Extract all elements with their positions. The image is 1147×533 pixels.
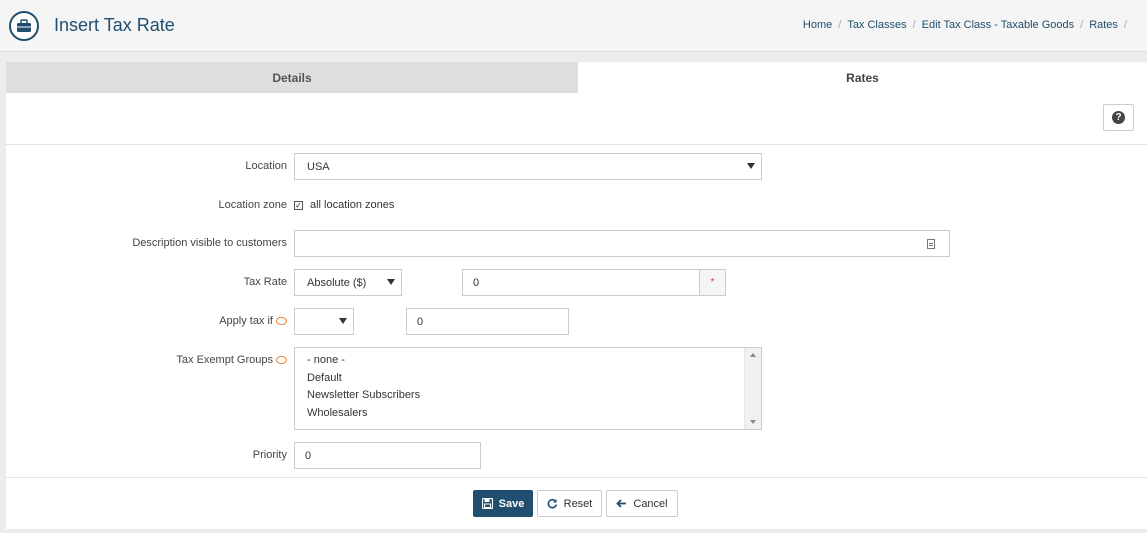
all-location-zones-label: all location zones <box>310 199 395 211</box>
apply-tax-if-condition-select[interactable] <box>294 308 354 335</box>
tax-exempt-groups-text: Tax Exempt Groups <box>176 354 273 366</box>
help-button[interactable]: ? <box>1103 104 1134 131</box>
document-icon[interactable] <box>927 239 935 249</box>
required-mark: * <box>710 277 715 288</box>
cancel-button-label: Cancel <box>633 497 668 510</box>
tax-rate-type-value: Absolute ($) <box>307 276 367 289</box>
breadcrumb-separator: / <box>1123 19 1127 31</box>
floppy-disk-icon <box>481 498 493 509</box>
location-select[interactable]: USA <box>294 153 762 180</box>
priority-value: 0 <box>305 449 312 462</box>
reset-button-label: Reset <box>563 497 593 510</box>
breadcrumb-separator: / <box>1080 19 1084 31</box>
required-indicator: * <box>699 269 726 296</box>
location-label: Location <box>245 160 287 172</box>
arrow-left-icon <box>616 499 627 508</box>
question-icon: ? <box>1112 111 1125 124</box>
scroll-up-icon[interactable] <box>750 353 756 357</box>
main-panel: Details Rates ? Location USA Location zo… <box>6 62 1147 529</box>
priority-label: Priority <box>252 449 287 461</box>
comment-icon[interactable] <box>276 317 287 326</box>
tax-rate-amount-value: 0 <box>473 276 480 289</box>
list-item[interactable]: Newsletter Subscribers <box>295 387 761 405</box>
chevron-down-icon <box>387 279 395 285</box>
tax-rate-type-select[interactable]: Absolute ($) <box>294 269 402 296</box>
breadcrumb-home[interactable]: Home <box>803 19 832 31</box>
scroll-down-icon[interactable] <box>750 420 756 424</box>
chevron-down-icon <box>747 163 755 169</box>
comment-icon[interactable] <box>276 356 287 365</box>
top-bar: Insert Tax Rate Home / Tax Classes / Edi… <box>0 0 1147 52</box>
list-item[interactable]: Wholesalers <box>295 405 761 423</box>
breadcrumb-edit-tax-class[interactable]: Edit Tax Class - Taxable Goods <box>922 19 1074 31</box>
description-label: Description visible to customers <box>132 237 287 249</box>
tab-details[interactable]: Details <box>6 62 578 93</box>
breadcrumb: Home / Tax Classes / Edit Tax Class - Ta… <box>803 19 1133 31</box>
priority-input[interactable]: 0 <box>294 442 481 469</box>
description-input[interactable] <box>294 230 950 257</box>
apply-tax-if-label: Apply tax if <box>219 315 287 327</box>
tax-rate-label: Tax Rate <box>243 276 287 288</box>
save-button-label: Save <box>498 497 525 510</box>
breadcrumb-separator: / <box>838 19 842 31</box>
save-button[interactable]: Save <box>473 490 533 517</box>
breadcrumb-tax-classes[interactable]: Tax Classes <box>847 19 906 31</box>
tab-rates[interactable]: Rates <box>578 62 1147 93</box>
location-zone-label: Location zone <box>218 199 288 211</box>
tax-exempt-groups-label: Tax Exempt Groups <box>176 354 287 366</box>
list-item[interactable]: Default <box>295 370 761 388</box>
list-item[interactable]: - none - <box>295 352 761 370</box>
divider <box>6 477 1147 478</box>
apply-tax-if-value: 0 <box>417 315 424 328</box>
apply-tax-if-text: Apply tax if <box>219 315 273 327</box>
breadcrumb-separator: / <box>912 19 916 31</box>
all-location-zones-checkbox[interactable]: ✓ <box>294 201 303 210</box>
page-title: Insert Tax Rate <box>54 15 175 35</box>
location-value: USA <box>307 160 330 173</box>
reset-button[interactable]: Reset <box>537 490 602 517</box>
apply-tax-if-value-input[interactable]: 0 <box>406 308 569 335</box>
tax-exempt-groups-list[interactable]: - none - Default Newsletter Subscribers … <box>294 347 762 430</box>
tab-bar: Details Rates <box>6 62 1147 93</box>
briefcase-icon <box>9 11 39 41</box>
breadcrumb-rates[interactable]: Rates <box>1089 19 1118 31</box>
tax-rate-amount-input[interactable]: 0 <box>462 269 700 296</box>
chevron-down-icon <box>339 318 347 324</box>
refresh-icon <box>547 498 557 509</box>
cancel-button[interactable]: Cancel <box>606 490 678 517</box>
divider <box>6 144 1147 145</box>
list-scrollbar[interactable] <box>744 348 761 429</box>
